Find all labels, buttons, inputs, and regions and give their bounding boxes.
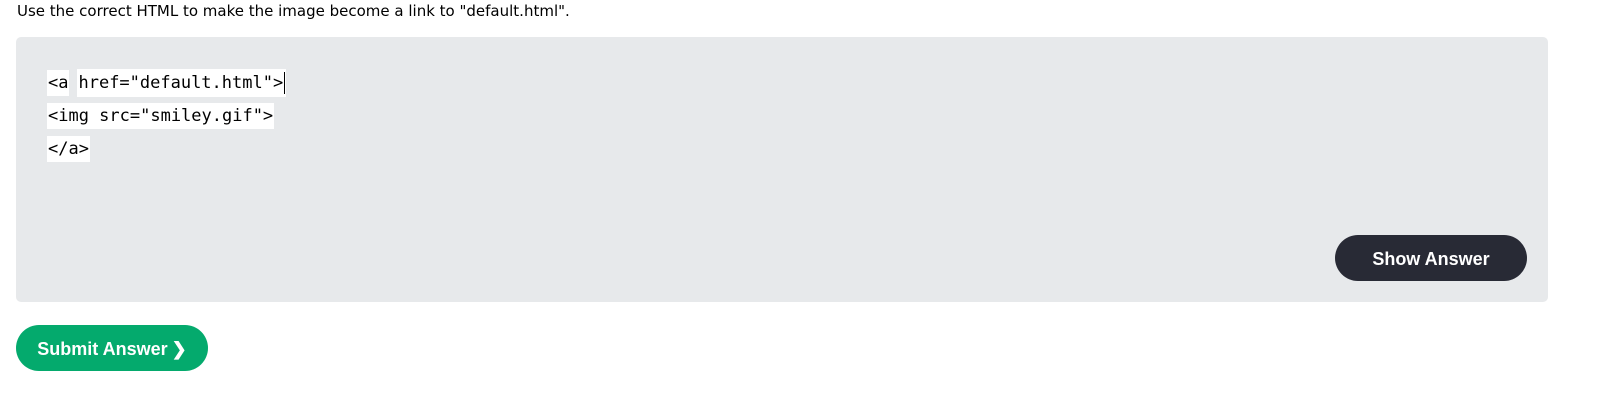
code-text-img: <img src="smiley.gif"> <box>47 103 275 129</box>
show-answer-button[interactable]: Show Answer <box>1335 235 1527 281</box>
exercise-code-box: <a href="default.html"> <img src="smiley.… <box>16 37 1548 302</box>
submit-answer-button[interactable]: Submit Answer ❯ <box>16 325 208 371</box>
code-text-anchor-open: <a <box>47 70 70 96</box>
exercise-instruction: Use the correct HTML to make the image b… <box>17 2 570 20</box>
code-line-3: </a> <box>47 133 286 166</box>
answer-input-field[interactable]: href="default.html"> <box>77 69 287 97</box>
answer-input-value: href="default.html"> <box>78 73 284 93</box>
submit-answer-label: Submit Answer <box>37 339 168 359</box>
code-text-anchor-close: </a> <box>47 136 90 162</box>
code-area: <a href="default.html"> <img src="smiley.… <box>47 67 287 166</box>
exercise-page: Use the correct HTML to make the image b… <box>0 0 1624 412</box>
code-line-2: <img src="smiley.gif"> <box>47 100 286 133</box>
code-line-1: <a href="default.html"> <box>47 67 287 100</box>
chevron-right-icon: ❯ <box>171 339 187 359</box>
text-caret <box>284 72 286 94</box>
